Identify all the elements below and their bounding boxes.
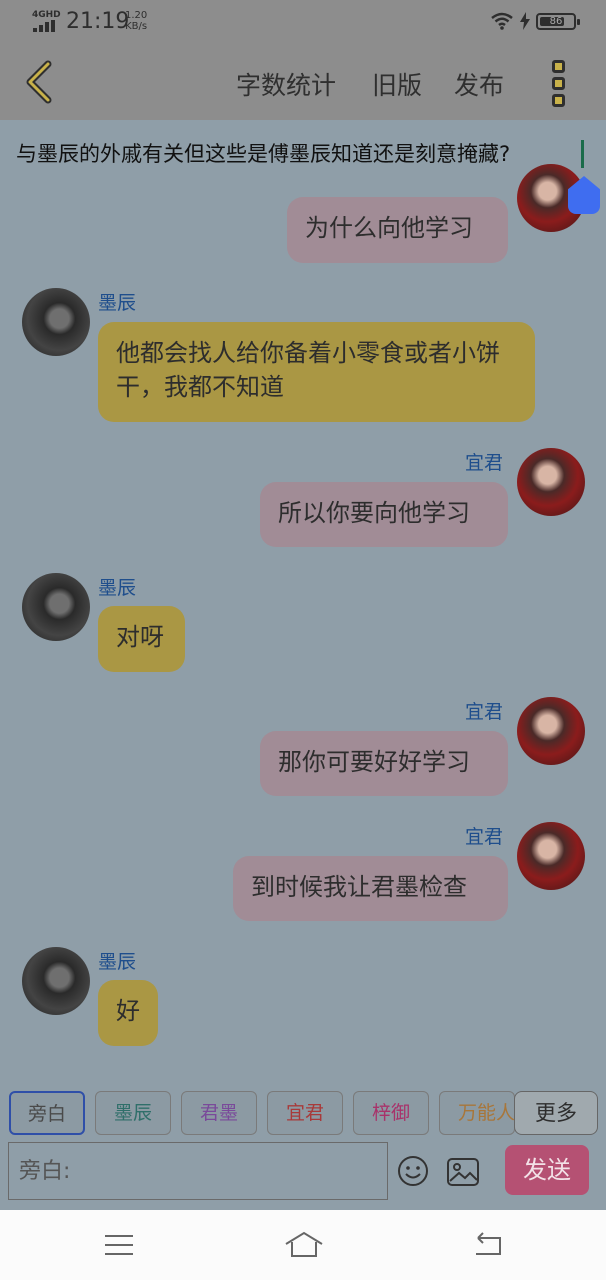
image-icon[interactable] xyxy=(446,1157,480,1187)
avatar-yijun[interactable] xyxy=(517,822,585,890)
avatar-mochen[interactable] xyxy=(22,288,90,356)
character-chip-junmo[interactable]: 君墨 xyxy=(181,1091,257,1135)
text-cursor xyxy=(581,140,584,168)
message-bubble[interactable]: 好 xyxy=(98,980,158,1046)
more-button[interactable]: 更多 xyxy=(514,1091,598,1135)
sender-name: 墨辰 xyxy=(98,292,137,314)
message-bubble[interactable]: 所以你要向他学习 xyxy=(260,482,508,547)
back-arrow-icon[interactable] xyxy=(18,60,62,104)
message-bubble[interactable]: 为什么向他学习 xyxy=(287,197,508,263)
net-speed: 1.20 KB/s xyxy=(125,10,148,32)
sender-name: 墨辰 xyxy=(98,951,137,973)
emoji-icon[interactable] xyxy=(397,1155,429,1187)
publish-button[interactable]: 发布 xyxy=(454,66,504,102)
word-count-button[interactable]: 字数统计 xyxy=(236,66,336,102)
sender-name: 宜君 xyxy=(465,826,504,848)
message-input-box xyxy=(8,1142,388,1200)
chapter-title-row: 与墨辰的外戚有关但这些是傅墨辰知道还是刻意掩藏? xyxy=(0,120,606,180)
avatar-mochen[interactable] xyxy=(22,947,90,1015)
message-bubble[interactable]: 那你可要好好学习 xyxy=(260,731,508,796)
character-chip-universal[interactable]: 万能人 xyxy=(439,1091,515,1135)
avatar-yijun[interactable] xyxy=(517,448,585,516)
nav-home-icon[interactable] xyxy=(284,1230,324,1260)
sender-name: 宜君 xyxy=(465,452,504,474)
character-chip-ziyu[interactable]: 梓御 xyxy=(353,1091,429,1135)
character-chip-narrator[interactable]: 旁白 xyxy=(9,1091,85,1135)
nav-menu-icon[interactable] xyxy=(101,1230,137,1260)
character-chip-mochen[interactable]: 墨辰 xyxy=(95,1091,171,1135)
character-chip-yijun[interactable]: 宜君 xyxy=(267,1091,343,1135)
battery-icon: 86 xyxy=(536,12,580,30)
menu-icon[interactable] xyxy=(546,60,570,108)
clock: 21:19 xyxy=(66,9,130,34)
network-type: 4GHD xyxy=(32,10,61,20)
avatar-yijun[interactable] xyxy=(517,697,585,765)
wifi-icon xyxy=(491,12,513,30)
send-button[interactable]: 发送 xyxy=(505,1145,589,1195)
status-bar: 4GHD 21:19 1.20 KB/s 86 xyxy=(0,0,606,46)
status-icons: 86 xyxy=(490,12,580,30)
system-nav-bar xyxy=(0,1210,606,1280)
chapter-title[interactable]: 与墨辰的外戚有关但这些是傅墨辰知道还是刻意掩藏? xyxy=(16,138,510,168)
sender-name: 墨辰 xyxy=(98,577,137,599)
battery-level: 86 xyxy=(549,15,563,27)
signal-icon xyxy=(33,20,59,32)
avatar-mochen[interactable] xyxy=(22,573,90,641)
message-bubble[interactable]: 到时候我让君墨检查 xyxy=(233,856,508,921)
old-version-button[interactable]: 旧版 xyxy=(372,66,422,102)
sender-name: 宜君 xyxy=(465,701,504,723)
message-bubble[interactable]: 对呀 xyxy=(98,606,185,672)
nav-back-icon[interactable] xyxy=(470,1230,506,1260)
top-bar: 字数统计 旧版 发布 xyxy=(0,46,606,120)
message-input[interactable] xyxy=(9,1143,387,1199)
message-bubble[interactable]: 他都会找人给你备着小零食或者小饼干，我都不知道 xyxy=(98,322,535,422)
charging-icon xyxy=(520,12,530,30)
